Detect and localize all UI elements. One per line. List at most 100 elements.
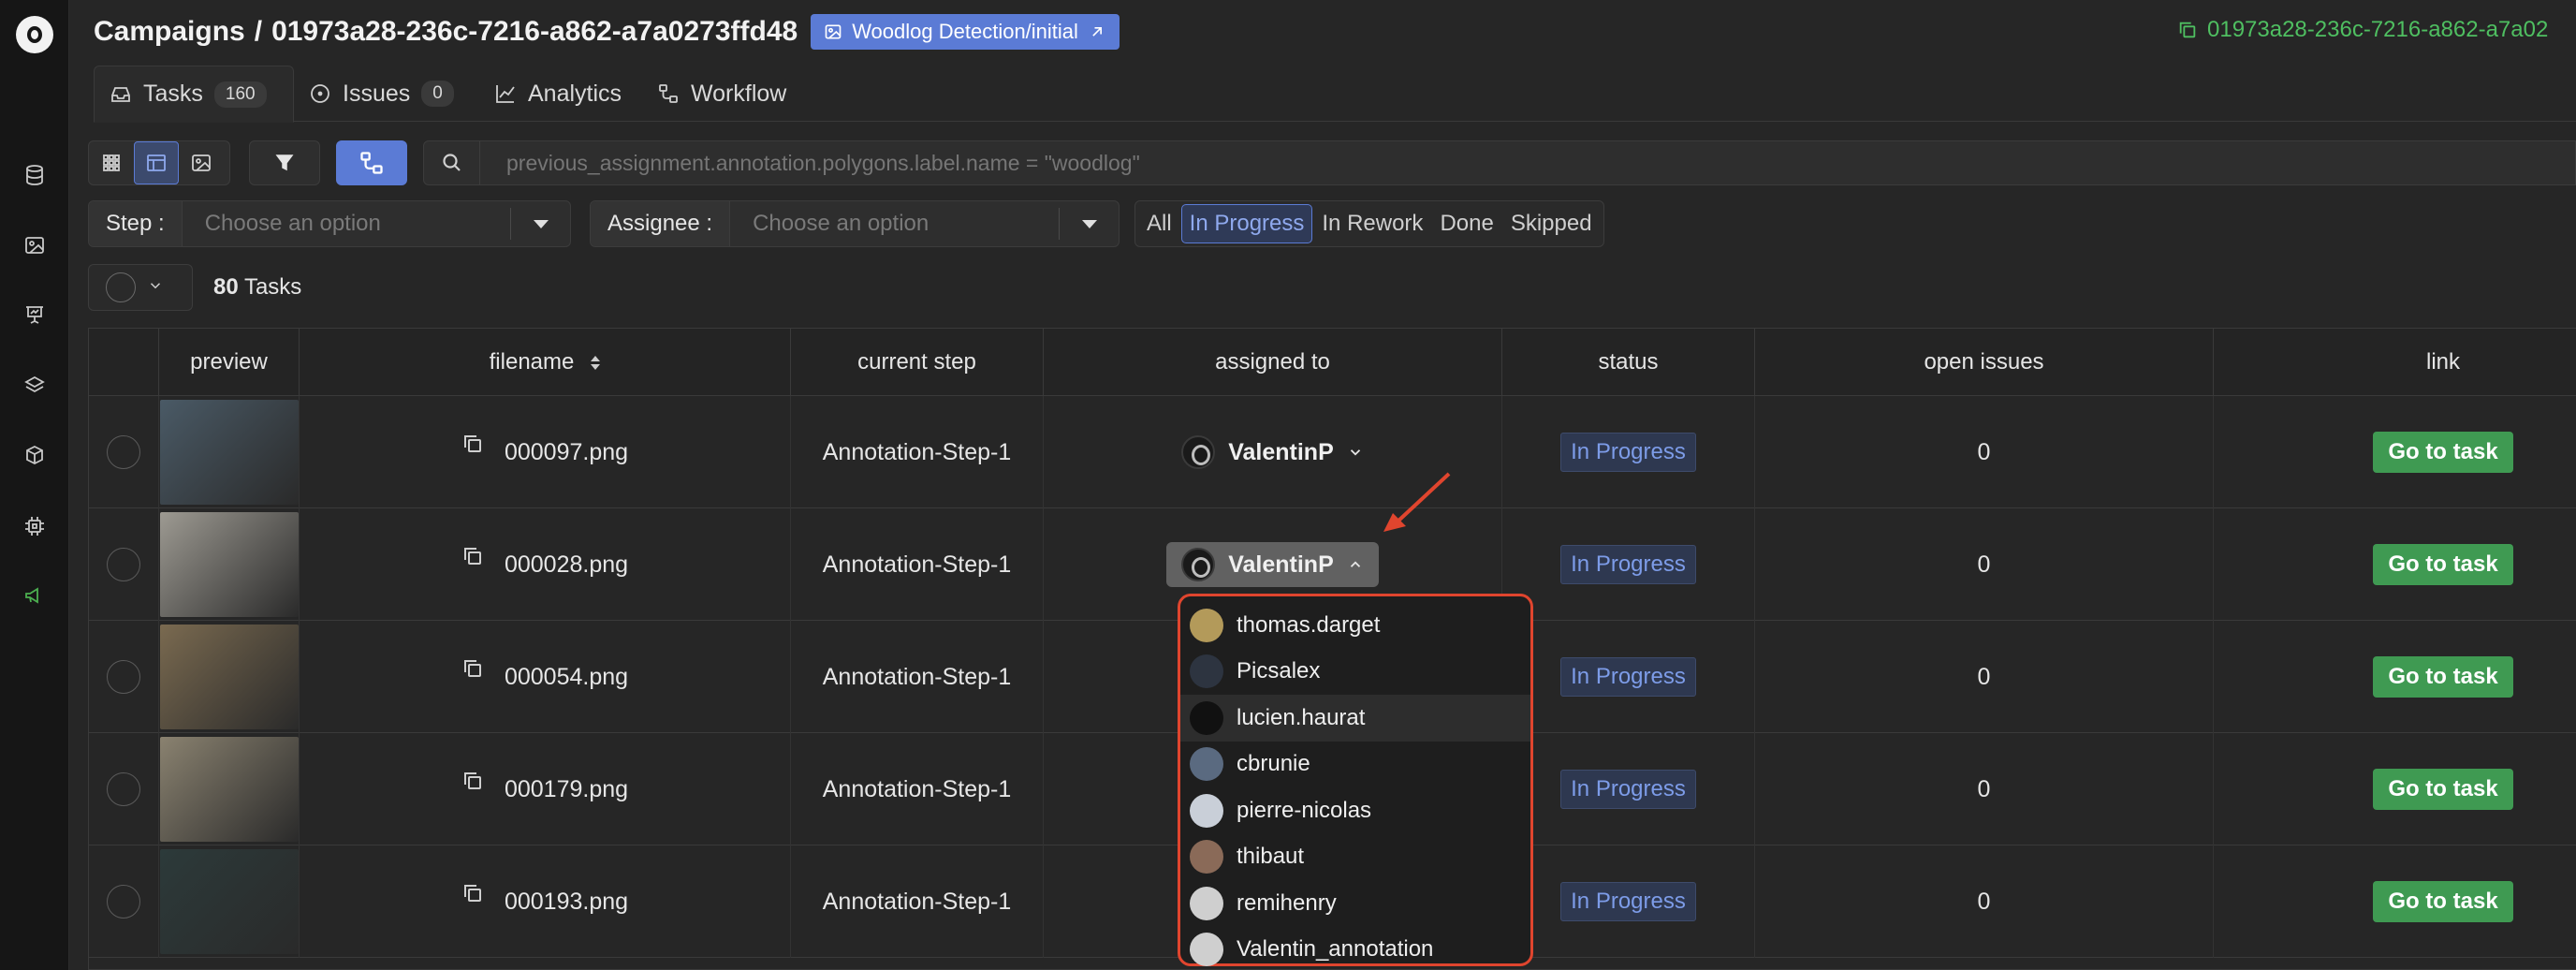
filename-cell: 000054.png [300, 621, 791, 733]
assignee-option[interactable]: cbrunie [1180, 742, 1530, 788]
preview-thumbnail[interactable] [159, 625, 299, 729]
copy-icon[interactable] [461, 545, 484, 574]
preview-thumbnail[interactable] [159, 400, 299, 505]
filter-button[interactable] [249, 140, 320, 185]
status-filter-in-rework[interactable]: In Rework [1314, 204, 1430, 243]
assignee-option[interactable]: Picsalex [1180, 649, 1530, 696]
filename-cell: 000097.png [300, 396, 791, 508]
go-to-task-button[interactable]: Go to task [2373, 881, 2513, 922]
package-icon[interactable] [22, 443, 47, 467]
row-checkbox[interactable] [107, 772, 140, 806]
caret-down-icon[interactable] [1059, 208, 1119, 240]
avatar [1181, 435, 1216, 469]
copy-icon[interactable] [461, 770, 484, 799]
select-all-checkbox[interactable] [106, 272, 136, 302]
step-filter[interactable]: Step : Choose an option [88, 200, 571, 247]
sort-icon[interactable] [591, 355, 601, 370]
status-badge: In Progress [1560, 433, 1696, 472]
select-all-dropdown[interactable] [88, 264, 193, 311]
tab-workflow[interactable]: Workflow [642, 66, 801, 122]
assignee-option-label: pierre-nicolas [1237, 797, 1372, 823]
assignee-name: ValentinP [1228, 551, 1334, 578]
grid-view-button[interactable] [89, 141, 134, 184]
layers-icon[interactable] [22, 374, 47, 398]
link-cell: Go to task [2214, 621, 2576, 733]
assignee-option[interactable]: Valentin_annotation [1180, 927, 1530, 970]
avatar [1190, 886, 1223, 920]
status-badge: In Progress [1560, 545, 1696, 584]
assignee-name: ValentinP [1228, 438, 1334, 465]
cpu-icon[interactable] [22, 514, 47, 538]
open-issues-cell: 0 [1755, 621, 2214, 733]
assignee-option[interactable]: remihenry [1180, 880, 1530, 927]
row-checkbox[interactable] [107, 660, 140, 694]
database-icon[interactable] [22, 163, 47, 187]
search-icon[interactable] [424, 141, 480, 184]
dataset-link-tag[interactable]: Woodlog Detection/initial [811, 14, 1120, 50]
open-issues-cell: 0 [1755, 845, 2214, 958]
presentation-icon[interactable] [22, 302, 47, 327]
caret-down-icon[interactable] [510, 208, 570, 240]
breadcrumb-campaigns[interactable]: Campaigns [94, 16, 245, 47]
current-step-cell: Annotation-Step-1 [791, 845, 1044, 958]
row-checkbox[interactable] [107, 885, 140, 919]
query-builder-button[interactable] [336, 140, 407, 185]
campaign-icon[interactable] [22, 583, 47, 608]
assignee-option[interactable]: thibaut [1180, 834, 1530, 881]
preview-thumbnail[interactable] [159, 737, 299, 842]
search-input[interactable] [480, 141, 2575, 184]
assignee-filter-placeholder: Choose an option [753, 211, 929, 236]
current-step-cell: Annotation-Step-1 [791, 621, 1044, 733]
preview-cell [159, 845, 300, 958]
tab-label: Analytics [528, 80, 622, 107]
avatar [1190, 700, 1223, 735]
assignee-option[interactable]: lucien.haurat [1180, 695, 1530, 742]
preview-thumbnail[interactable] [159, 849, 299, 954]
link-cell: Go to task [2214, 396, 2576, 508]
assignee-option[interactable]: thomas.darget [1180, 602, 1530, 649]
search-bar [423, 140, 2576, 185]
avatar [1190, 608, 1223, 642]
filename-text: 000179.png [504, 775, 629, 802]
image-view-button[interactable] [179, 141, 224, 184]
tab-tasks[interactable]: Tasks 160 [94, 66, 294, 123]
app-logo[interactable] [16, 16, 53, 53]
assignee-filter[interactable]: Assignee : Choose an option [590, 200, 1120, 247]
task-count-number: 80 [213, 274, 239, 300]
assignee-select[interactable]: ValentinP [1166, 430, 1379, 475]
grid-icon [103, 154, 120, 171]
go-to-task-button[interactable]: Go to task [2373, 656, 2513, 698]
toolbar [88, 140, 2576, 185]
avatar [1190, 840, 1223, 874]
preview-thumbnail[interactable] [159, 512, 299, 617]
header-filename[interactable]: filename [300, 329, 791, 396]
row-checkbox[interactable] [107, 435, 140, 469]
header-link: link [2425, 349, 2460, 375]
image-icon[interactable] [22, 233, 47, 257]
assignee-select[interactable]: ValentinP [1166, 542, 1379, 587]
copy-icon[interactable] [461, 657, 484, 686]
status-filter-in-progress[interactable]: In Progress [1180, 204, 1313, 243]
status-filter-all[interactable]: All [1139, 204, 1179, 243]
campaign-id-copy[interactable]: 01973a28-236c-7216-a862-a7a02 [2177, 17, 2548, 43]
go-to-task-button[interactable]: Go to task [2373, 432, 2513, 473]
copy-icon[interactable] [461, 882, 484, 911]
avatar [1190, 933, 1223, 967]
copy-icon[interactable] [461, 433, 484, 462]
preview-cell [159, 621, 300, 733]
assignee-option-label: thibaut [1237, 844, 1305, 870]
table-row[interactable]: 000097.png Annotation-Step-1 ValentinP In P… [89, 396, 2576, 508]
open-issues-cell: 0 [1755, 508, 2214, 621]
current-step-cell: Annotation-Step-1 [791, 396, 1044, 508]
assignee-option[interactable]: pierre-nicolas [1180, 787, 1530, 834]
table-view-button[interactable] [134, 141, 179, 184]
go-to-task-button[interactable]: Go to task [2373, 769, 2513, 810]
tab-issues[interactable]: Issues 0 [294, 66, 469, 122]
row-select-cell [89, 396, 159, 508]
go-to-task-button[interactable]: Go to task [2373, 544, 2513, 585]
status-filter-skipped[interactable]: Skipped [1503, 204, 1600, 243]
page-title: 01973a28-236c-7216-a862-a7a0273ffd48 [271, 16, 798, 47]
row-checkbox[interactable] [107, 548, 140, 581]
status-filter-done[interactable]: Done [1432, 204, 1500, 243]
tab-analytics[interactable]: Analytics [479, 66, 637, 122]
